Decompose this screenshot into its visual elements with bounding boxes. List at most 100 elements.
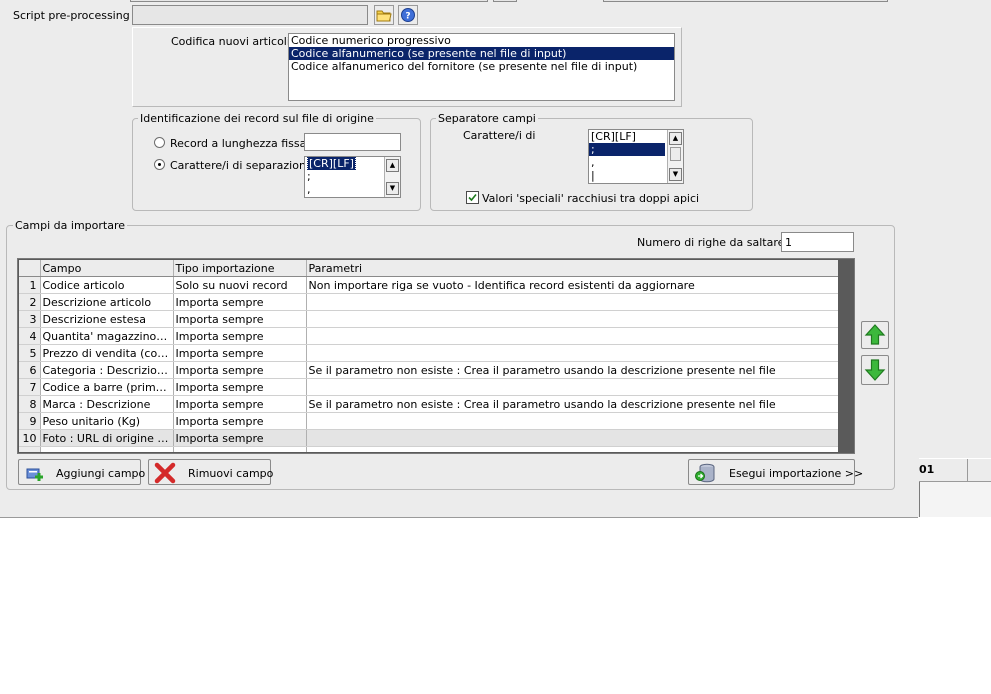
table-row[interactable]: 9 Peso unitario (Kg) Importa sempre: [19, 412, 838, 430]
cell-tipo[interactable]: Importa sempre: [173, 395, 307, 413]
grid-corner: [19, 260, 41, 277]
cell-campo[interactable]: Descrizione estesa: [40, 310, 174, 328]
top-field-1[interactable]: [130, 0, 488, 2]
help-button[interactable]: ?: [398, 5, 418, 25]
scroll-up-icon[interactable]: ▲: [669, 132, 682, 145]
svg-text:?: ?: [405, 12, 410, 22]
right-pane-content: [919, 482, 991, 517]
scroll-down-icon[interactable]: ▼: [386, 182, 399, 195]
arrow-up-icon: [864, 324, 886, 345]
checkmark-icon: [468, 193, 477, 202]
row-number: 2: [19, 293, 41, 311]
cell-campo[interactable]: Categoria : Descrizione ...: [40, 361, 174, 379]
pre-processing-label: Script pre-processing :: [13, 9, 137, 22]
table-row[interactable]: 8 Marca : Descrizione Importa sempre Se il …: [19, 395, 838, 413]
cell-tipo[interactable]: Importa sempre: [173, 378, 307, 396]
radio-fixed-length[interactable]: [154, 137, 165, 148]
special-values-checkbox[interactable]: [466, 191, 479, 204]
row-number: 10: [19, 429, 41, 447]
cell-campo[interactable]: Marca : Descrizione: [40, 395, 174, 413]
cell-tipo[interactable]: Importa sempre: [173, 327, 307, 345]
cell-campo[interactable]: Codice articolo: [40, 276, 174, 294]
cell-parametri[interactable]: [306, 293, 838, 311]
move-down-button[interactable]: [861, 355, 889, 385]
cell-parametri[interactable]: [306, 429, 838, 447]
window-border: [905, 0, 920, 517]
record-separator-list[interactable]: [CR][LF] ; , ▲ ▼: [304, 156, 401, 198]
cell-parametri[interactable]: Se il parametro non esiste : Crea il par…: [306, 361, 838, 379]
row-number: 7: [19, 378, 41, 396]
cell-campo[interactable]: Prezzo di vendita (con i...: [40, 344, 174, 362]
cell-campo[interactable]: Quantita' magazzino sp...: [40, 327, 174, 345]
add-field-button[interactable]: Aggiungi campo: [18, 459, 145, 485]
cell-parametri[interactable]: Se il parametro non esiste : Crea il par…: [306, 395, 838, 413]
right-pane-label: 01: [919, 463, 935, 476]
cell-tipo[interactable]: Importa sempre: [173, 293, 307, 311]
cell-parametri[interactable]: [306, 310, 838, 328]
field-sep-item[interactable]: ,: [589, 156, 665, 169]
codifica-list[interactable]: Codice numerico progressivo Codice alfan…: [288, 33, 675, 101]
cell-campo[interactable]: Codice a barre (primo c...: [40, 378, 174, 396]
codifica-option[interactable]: Codice alfanumerico del fornitore (se pr…: [289, 60, 674, 73]
table-row[interactable]: 2 Descrizione articolo Importa sempre: [19, 293, 838, 311]
browse-folder-button[interactable]: [374, 5, 394, 25]
field-sep-scrollbar[interactable]: ▲ ▼: [667, 130, 683, 183]
cell-parametri[interactable]: [306, 412, 838, 430]
cell-parametri[interactable]: Non importare riga se vuoto - Identifica…: [306, 276, 838, 294]
table-row-selected[interactable]: 10 Foto : URL di origine pe... Importa sem…: [19, 429, 838, 447]
column-header-campo[interactable]: Campo: [40, 260, 174, 277]
column-header-parametri[interactable]: Parametri: [306, 260, 838, 277]
field-sep-item-selected[interactable]: ;: [589, 143, 665, 156]
cell-tipo[interactable]: Importa sempre: [173, 412, 307, 430]
fields-grid[interactable]: Campo Tipo importazione Parametri 1 Codic…: [17, 258, 855, 454]
cell-campo[interactable]: Foto : URL di origine pe...: [40, 429, 174, 447]
table-row[interactable]: 3 Descrizione estesa Importa sempre: [19, 310, 838, 328]
top-field-3[interactable]: [603, 0, 888, 2]
scroll-up-icon[interactable]: ▲: [386, 159, 399, 172]
cell-campo[interactable]: Descrizione articolo: [40, 293, 174, 311]
radio-fixed-label: Record a lunghezza fissa: [170, 137, 307, 150]
field-sep-item[interactable]: |: [589, 169, 665, 182]
right-pane-header: 01: [919, 458, 991, 482]
table-row[interactable]: 5 Prezzo di vendita (con i... Importa semp…: [19, 344, 838, 362]
move-up-button[interactable]: [861, 321, 889, 349]
arrow-down-icon: [864, 359, 886, 381]
cell-tipo[interactable]: Importa sempre: [173, 344, 307, 362]
row-number: 3: [19, 310, 41, 328]
table-row[interactable]: 6 Categoria : Descrizione ... Importa semp…: [19, 361, 838, 379]
cell-tipo[interactable]: Importa sempre: [173, 361, 307, 379]
run-import-button[interactable]: Esegui importazione >>: [688, 459, 863, 485]
remove-field-button[interactable]: Rimuovi campo: [148, 459, 273, 485]
row-number: 4: [19, 327, 41, 345]
scroll-thumb[interactable]: [670, 147, 681, 161]
pre-processing-input[interactable]: [132, 5, 368, 25]
cell-tipo[interactable]: Importa sempre: [173, 429, 307, 447]
cell-campo[interactable]: Peso unitario (Kg): [40, 412, 174, 430]
field-separator-list[interactable]: [CR][LF] ; , | ▲ ▼: [588, 129, 684, 184]
top-field-2[interactable]: [493, 0, 517, 2]
cell-parametri[interactable]: [306, 327, 838, 345]
codifica-option-selected[interactable]: Codice alfanumerico (se presente nel fil…: [289, 47, 674, 60]
table-row[interactable]: 4 Quantita' magazzino sp... Importa sempre: [19, 327, 838, 345]
record-sep-scrollbar[interactable]: ▲ ▼: [384, 157, 400, 197]
table-row-empty[interactable]: [19, 446, 838, 452]
codifica-option[interactable]: Codice numerico progressivo: [289, 34, 674, 47]
add-field-icon: [26, 468, 43, 481]
record-sep-item-selected[interactable]: [CR][LF]: [307, 157, 356, 170]
skip-rows-input[interactable]: 1: [781, 232, 854, 252]
table-row[interactable]: 1 Codice articolo Solo su nuovi record Non …: [19, 276, 838, 294]
cell-tipo[interactable]: Solo su nuovi record: [173, 276, 307, 294]
scroll-down-icon[interactable]: ▼: [669, 168, 682, 181]
cell-parametri[interactable]: [306, 378, 838, 396]
column-header-tipo[interactable]: Tipo importazione: [173, 260, 307, 277]
fixed-length-input[interactable]: [304, 133, 401, 151]
field-sep-item[interactable]: [CR][LF]: [589, 130, 665, 143]
radio-separator-label: Carattere/i di separazione: [170, 159, 313, 172]
identificazione-legend: Identificazione dei record sul file di o…: [138, 112, 376, 125]
radio-separator[interactable]: [154, 159, 165, 170]
add-field-label: Aggiungi campo: [56, 467, 146, 480]
cell-parametri[interactable]: [306, 344, 838, 362]
folder-icon: [376, 10, 392, 22]
table-row[interactable]: 7 Codice a barre (primo c... Importa sempr…: [19, 378, 838, 396]
cell-tipo[interactable]: Importa sempre: [173, 310, 307, 328]
